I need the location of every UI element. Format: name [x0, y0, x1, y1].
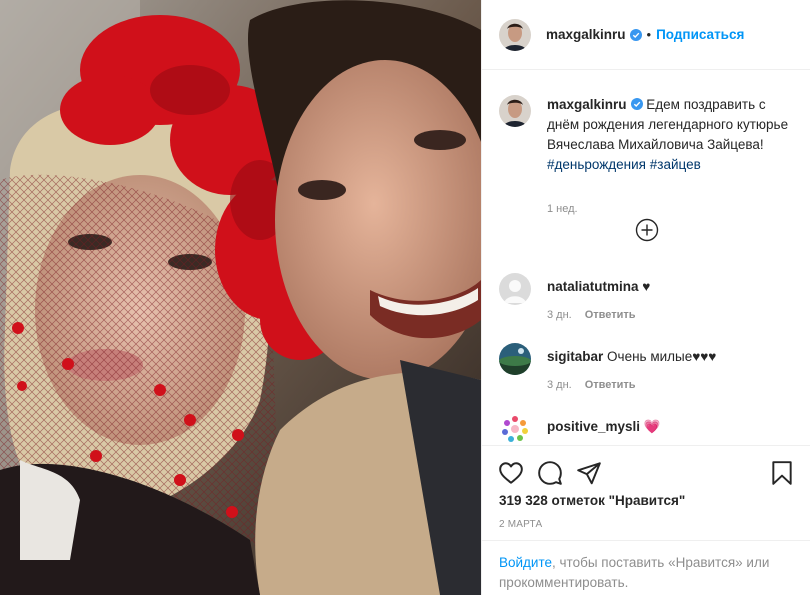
comment-username[interactable]: nataliatutmina — [547, 279, 639, 294]
comment-item: nataliatutmina ♥ 3 дн. Ответить — [499, 273, 799, 333]
post-header: maxgalkinru • Подписаться — [482, 0, 810, 70]
verified-badge-icon — [630, 98, 643, 110]
profile-photo-icon — [499, 95, 531, 127]
caption-username[interactable]: maxgalkinru — [547, 97, 627, 112]
comment-text: nataliatutmina ♥ — [547, 279, 650, 294]
instagram-post: maxgalkinru • Подписаться maxgalkinru Ед… — [0, 0, 810, 595]
landscape-avatar-icon — [499, 343, 531, 375]
comment-username[interactable]: positive_mysli — [547, 419, 640, 434]
post-date[interactable]: 2 МАРТА — [499, 519, 542, 530]
comment-body: ♥ — [642, 279, 651, 294]
load-more-comments-icon[interactable] — [635, 218, 659, 242]
avatar[interactable] — [499, 18, 531, 51]
selfie-image — [0, 0, 481, 595]
login-prompt: Войдите, чтобы поставить «Нравится» или … — [482, 540, 810, 595]
follow-button[interactable]: Подписаться — [656, 27, 744, 42]
default-avatar-icon — [499, 273, 531, 305]
login-link[interactable]: Войдите — [499, 555, 552, 570]
comment-item: sigitabar Очень милые♥♥♥ 3 дн. Ответить — [499, 343, 799, 403]
bookmark-icon[interactable] — [769, 460, 795, 486]
avatar[interactable] — [499, 95, 531, 127]
likes-count[interactable]: 319 328 отметок "Нравится" — [499, 493, 685, 508]
comment-time[interactable]: 3 дн. — [547, 309, 572, 321]
comment-username[interactable]: sigitabar — [547, 349, 603, 364]
comment-meta: 3 дн. Ответить — [547, 309, 636, 321]
hashtag-link[interactable]: #деньрождения — [547, 157, 646, 172]
reply-button[interactable]: Ответить — [585, 379, 636, 391]
profile-photo-icon — [499, 18, 531, 51]
comment-text: sigitabar Очень милые♥♥♥ — [547, 349, 716, 364]
comment-time[interactable]: 3 дн. — [547, 379, 572, 391]
caption-timestamp[interactable]: 1 нед. — [547, 203, 578, 215]
comment-item: positive_mysli 💗 — [499, 413, 799, 444]
avatar[interactable] — [499, 343, 531, 375]
comment-icon[interactable] — [537, 460, 563, 486]
header-separator: • — [646, 27, 652, 42]
post-side-panel: maxgalkinru • Подписаться maxgalkinru Ед… — [481, 0, 810, 595]
author-username[interactable]: maxgalkinru — [546, 27, 626, 42]
caption-text: maxgalkinru Едем поздравить с днём рожде… — [547, 95, 797, 175]
comment-body: Очень милые♥♥♥ — [607, 349, 717, 364]
heart-icon[interactable] — [498, 460, 524, 486]
comments-list[interactable]: maxgalkinru Едем поздравить с днём рожде… — [482, 71, 810, 444]
flower-avatar-icon — [499, 413, 531, 444]
comment-meta: 3 дн. Ответить — [547, 379, 636, 391]
verified-badge-icon — [629, 28, 642, 41]
reply-button[interactable]: Ответить — [585, 309, 636, 321]
comment-body: 💗 — [643, 419, 661, 434]
post-photo[interactable] — [0, 0, 481, 595]
avatar[interactable] — [499, 273, 531, 305]
share-icon[interactable] — [576, 460, 602, 486]
hashtag-link[interactable]: #зайцев — [650, 157, 701, 172]
avatar[interactable] — [499, 413, 531, 444]
comment-text: positive_mysli 💗 — [547, 419, 661, 435]
